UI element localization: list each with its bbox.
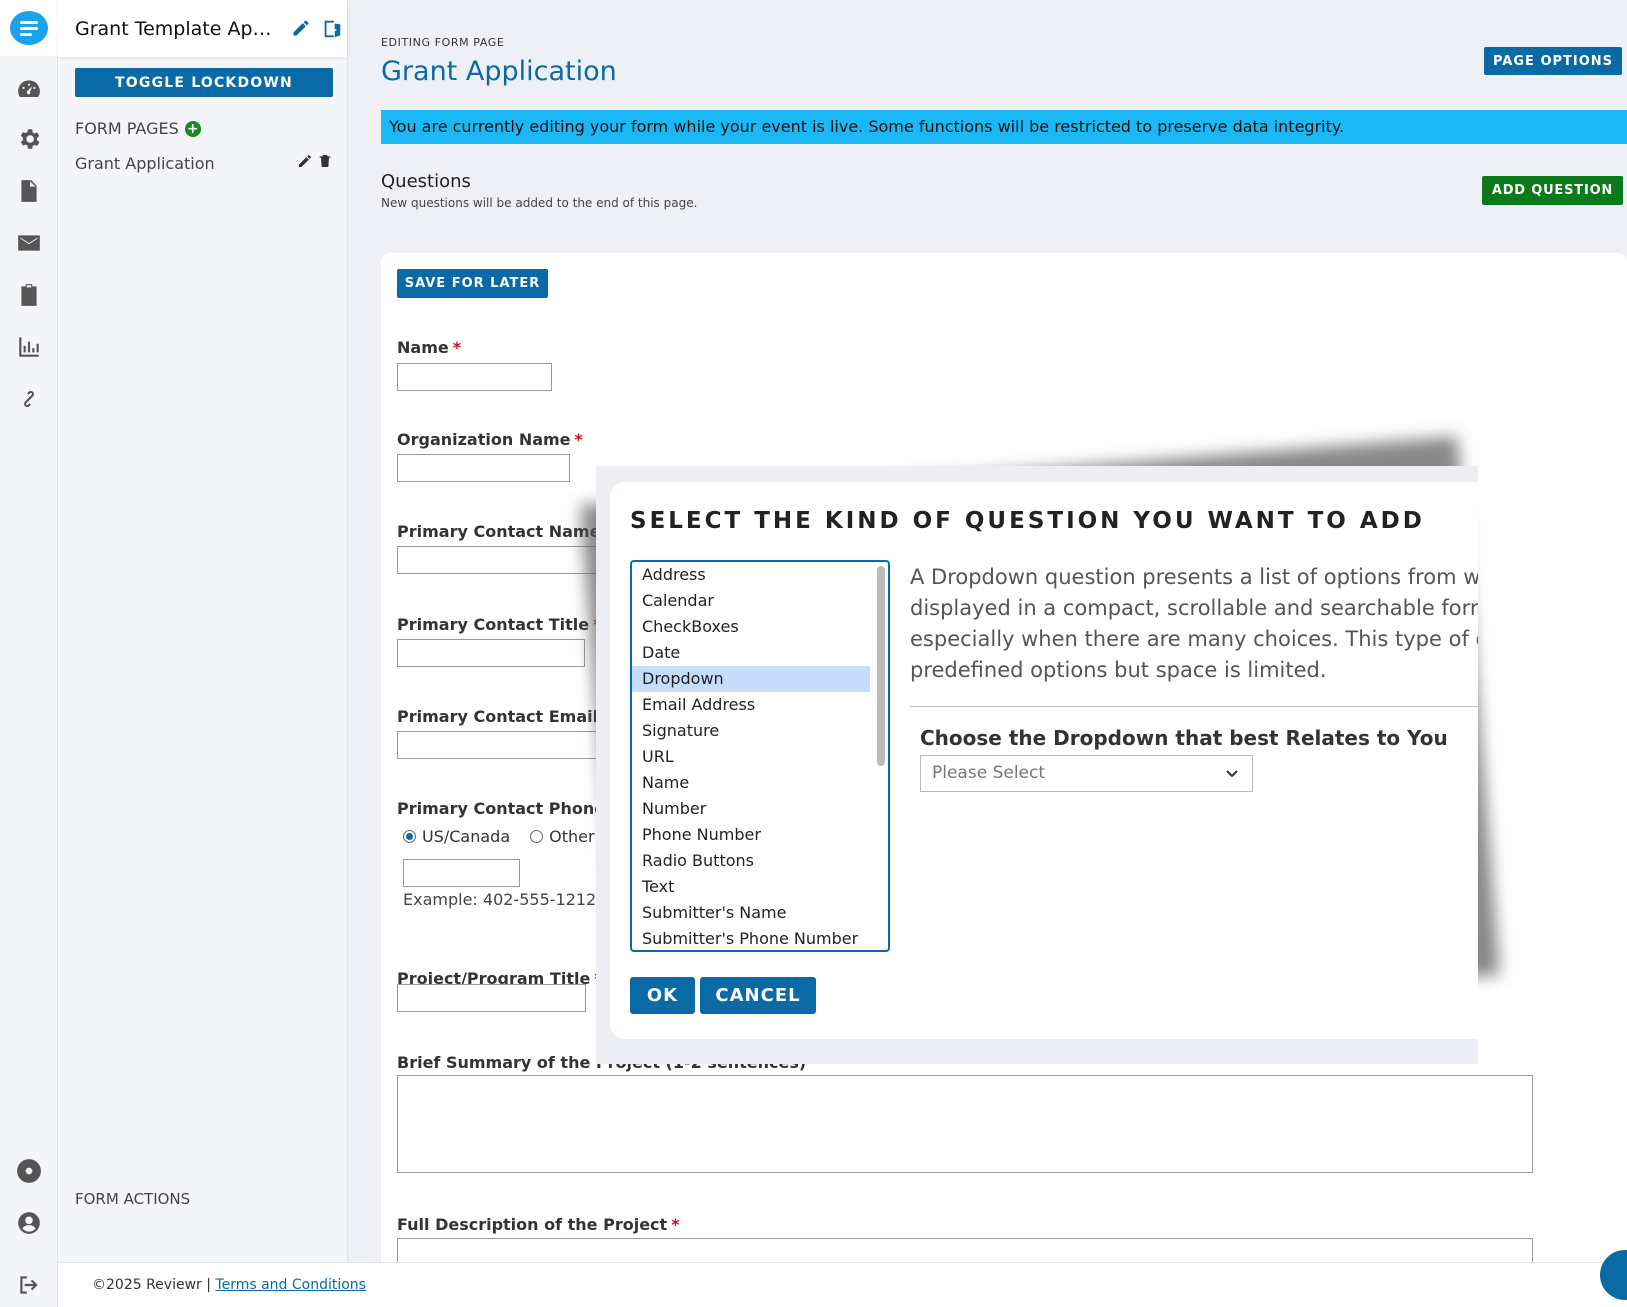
phone-example-hint: Example: 402-555-1212	[403, 890, 597, 909]
sidebar-item-label: Grant Application	[75, 153, 215, 173]
question-label-contact-phone: Primary Contact Phone N	[397, 799, 625, 818]
question-type-option[interactable]: Number	[632, 796, 870, 822]
brief-summary-textarea[interactable]	[397, 1075, 1533, 1173]
preview-divider	[910, 706, 1478, 707]
exit-door-icon[interactable]	[321, 18, 343, 40]
question-label-name: Name *	[397, 338, 462, 357]
edit-page-pencil-icon[interactable]	[297, 153, 313, 173]
gear-icon[interactable]	[16, 126, 42, 152]
pencil-icon[interactable]	[291, 18, 313, 40]
chat-logo-icon	[10, 11, 48, 45]
link-icon[interactable]	[16, 386, 42, 412]
cancel-button[interactable]: CANCEL	[700, 977, 816, 1014]
questions-heading: Questions	[381, 171, 471, 192]
question-type-option[interactable]: Text	[632, 874, 870, 900]
question-type-option[interactable]: Address	[632, 562, 870, 588]
form-title: Grant Template Appli...	[75, 17, 283, 40]
icon-rail	[0, 0, 58, 1307]
add-question-button[interactable]: ADD QUESTION	[1482, 176, 1623, 205]
chevron-down-icon	[1224, 756, 1240, 791]
phone-format-options: US/Canada Other	[403, 827, 595, 846]
envelope-icon[interactable]	[16, 230, 42, 256]
preview-question-label: Choose the Dropdown that best Relates to…	[920, 726, 1448, 750]
questions-subtitle: New questions will be added to the end o…	[381, 196, 698, 210]
contact-title-input[interactable]	[397, 639, 585, 667]
logout-icon[interactable]	[16, 1272, 42, 1298]
editing-form-page-label: EDITING FORM PAGE	[381, 36, 505, 49]
question-type-option[interactable]: Signature	[632, 718, 870, 744]
us-canada-label: US/Canada	[422, 827, 511, 846]
question-type-option[interactable]: CheckBoxes	[632, 614, 870, 640]
question-type-option[interactable]: Date	[632, 640, 870, 666]
preview-placeholder: Please Select	[932, 763, 1046, 783]
sidebar-item-grant-application[interactable]: Grant Application	[75, 153, 333, 173]
form-pages-label: FORM PAGES	[75, 119, 179, 138]
form-header: Grant Template Appli...	[58, 0, 347, 57]
preview-dropdown-select[interactable]: Please Select	[920, 755, 1253, 792]
clipboard-icon[interactable]	[16, 282, 42, 308]
contact-name-input[interactable]	[397, 546, 597, 574]
reviewr-logo[interactable]	[0, 0, 58, 56]
support-icon[interactable]	[16, 1158, 42, 1184]
question-type-option[interactable]: Email Address	[632, 692, 870, 718]
terms-link[interactable]: Terms and Conditions	[215, 1277, 366, 1293]
live-event-banner: You are currently editing your form whil…	[381, 110, 1627, 144]
form-actions-label: FORM ACTIONS	[75, 1190, 191, 1208]
question-type-option[interactable]: Submitter's Phone Number	[632, 926, 870, 950]
question-type-option[interactable]: Name	[632, 770, 870, 796]
question-type-option[interactable]: Calendar	[632, 588, 870, 614]
save-for-later-button[interactable]: SAVE FOR LATER	[397, 269, 548, 298]
question-type-dialog-frame: SELECT THE KIND OF QUESTION YOU WANT TO …	[596, 466, 1478, 1064]
question-type-option[interactable]: Phone Number	[632, 822, 870, 848]
page-footer: ©2025 Reviewr | Terms and Conditions	[58, 1262, 1627, 1307]
question-type-option[interactable]: Submitter's Name	[632, 900, 870, 926]
page-title: Grant Application	[381, 56, 617, 87]
organization-input[interactable]	[397, 454, 570, 482]
question-type-option[interactable]: Dropdown	[632, 666, 870, 692]
listbox-scrollbar[interactable]	[877, 566, 885, 766]
question-type-listbox[interactable]: Address Calendar CheckBoxes Date Dropdown Ema…	[630, 560, 890, 952]
name-input[interactable]	[397, 363, 552, 391]
delete-page-trash-icon[interactable]	[317, 153, 333, 173]
user-icon[interactable]	[16, 1210, 42, 1236]
question-type-option[interactable]: URL	[632, 744, 870, 770]
form-pages-heading: FORM PAGES +	[75, 119, 201, 138]
question-type-dialog: SELECT THE KIND OF QUESTION YOU WANT TO …	[610, 482, 1478, 1039]
question-type-description: A Dropdown question presents a list of o…	[910, 565, 1478, 682]
project-title-input[interactable]	[397, 984, 586, 1012]
other-radio[interactable]	[530, 830, 544, 843]
file-edit-icon[interactable]	[16, 178, 42, 204]
question-label-contact-name: Primary Contact Name*	[397, 522, 613, 541]
dashboard-icon[interactable]	[16, 76, 42, 102]
contact-email-input[interactable]	[397, 731, 597, 759]
question-label-contact-email: Primary Contact Email*	[397, 707, 610, 726]
toggle-lockdown-button[interactable]: TOGGLE LOCKDOWN	[75, 68, 333, 97]
us-canada-radio[interactable]	[403, 830, 416, 843]
question-label-full-description: Full Description of the Project *	[397, 1215, 680, 1234]
add-page-icon[interactable]: +	[184, 120, 201, 137]
contact-phone-input[interactable]	[403, 859, 520, 887]
bar-chart-icon[interactable]	[16, 334, 42, 360]
question-type-option[interactable]: Radio Buttons	[632, 848, 870, 874]
page-options-button[interactable]: PAGE OPTIONS	[1484, 47, 1622, 75]
form-sidebar: Grant Template Appli... TOGGLE LOCKDOWN …	[58, 0, 348, 1262]
other-label: Other	[549, 827, 595, 846]
question-label-contact-title: Primary Contact Title*	[397, 615, 602, 634]
copyright-text: ©2025 Reviewr |	[92, 1277, 216, 1293]
dialog-title: SELECT THE KIND OF QUESTION YOU WANT TO …	[630, 508, 1425, 534]
ok-button[interactable]: OK	[630, 977, 695, 1014]
question-label-organization: Organization Name *	[397, 430, 583, 449]
